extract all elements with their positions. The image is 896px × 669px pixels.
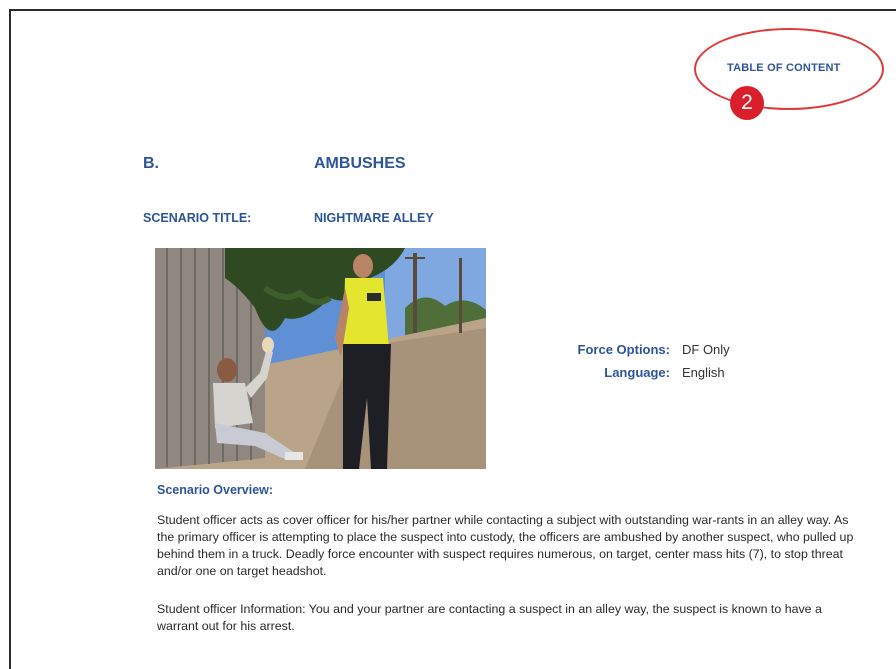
language-value: English xyxy=(682,365,725,380)
section-title: AMBUSHES xyxy=(314,155,406,172)
scenario-title-label: SCENARIO TITLE: xyxy=(143,211,252,225)
scenario-title-value: NIGHTMARE ALLEY xyxy=(314,211,434,225)
scenario-overview-text: Student officer acts as cover officer fo… xyxy=(157,513,854,578)
scenario-overview-heading: Scenario Overview: xyxy=(157,483,274,497)
language-label: Language: xyxy=(604,365,670,380)
annotation-badge: 2 xyxy=(730,86,764,120)
force-options-value: DF Only xyxy=(682,342,730,357)
section-letter: B. xyxy=(143,155,159,172)
force-options-label: Force Options: xyxy=(577,342,670,357)
student-officer-information-text: Student officer Information: You and you… xyxy=(157,602,822,633)
scenario-photo xyxy=(155,248,486,469)
table-of-content-link[interactable]: TABLE OF CONTENT xyxy=(727,62,841,74)
